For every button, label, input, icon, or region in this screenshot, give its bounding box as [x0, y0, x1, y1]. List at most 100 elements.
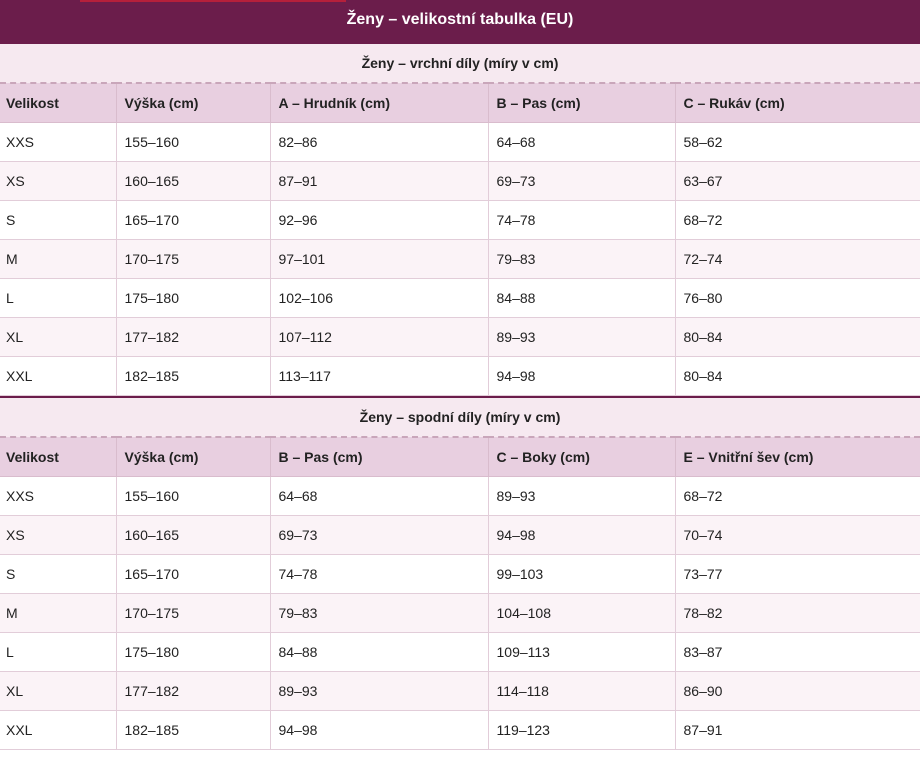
table-row: S 165–170 92–96 74–78 68–72 [0, 200, 920, 240]
tops-section-header: Ženy – vrchní díly (míry v cm) [0, 44, 920, 84]
table-cell: XXS [0, 476, 117, 516]
column-header-waist: B – Pas (cm) [488, 83, 676, 123]
table-cell: 175–180 [116, 632, 271, 672]
table-cell: 170–175 [116, 239, 271, 279]
table-cell: XL [0, 317, 117, 357]
table-cell: 87–91 [270, 161, 489, 201]
table-cell: 80–84 [675, 356, 920, 396]
table-cell: 170–175 [116, 593, 271, 633]
table-cell: 79–83 [270, 593, 489, 633]
table-cell: 78–82 [675, 593, 920, 633]
table-cell: 83–87 [675, 632, 920, 672]
table-cell: XXS [0, 122, 117, 162]
table-cell: 177–182 [116, 317, 271, 357]
table-cell: 58–62 [675, 122, 920, 162]
table-cell: 182–185 [116, 356, 271, 396]
table-cell: 155–160 [116, 476, 271, 516]
tops-column-headers: Velikost Výška (cm) A – Hrudník (cm) B –… [0, 83, 920, 123]
table-cell: 119–123 [488, 710, 676, 750]
table-cell: 160–165 [116, 161, 271, 201]
table-cell: 165–170 [116, 200, 271, 240]
accent-line [80, 0, 346, 2]
table-row: M 170–175 79–83 104–108 78–82 [0, 593, 920, 633]
table-cell: 102–106 [270, 278, 489, 318]
bottoms-size-table: Ženy – spodní díly (míry v cm) Velikost … [0, 398, 920, 750]
table-cell: 109–113 [488, 632, 676, 672]
table-row: XXS 155–160 64–68 89–93 68–72 [0, 476, 920, 516]
table-cell: XS [0, 515, 117, 555]
column-header-sleeve: C – Rukáv (cm) [675, 83, 920, 123]
table-cell: 92–96 [270, 200, 489, 240]
bottoms-section-header: Ženy – spodní díly (míry v cm) [0, 398, 920, 438]
table-cell: 69–73 [488, 161, 676, 201]
column-header-height: Výška (cm) [116, 83, 271, 123]
table-cell: 70–74 [675, 515, 920, 555]
table-cell: 89–93 [270, 671, 489, 711]
table-cell: 165–170 [116, 554, 271, 594]
tops-size-table: Ženy – vrchní díly (míry v cm) Velikost … [0, 44, 920, 396]
table-cell: M [0, 239, 117, 279]
column-header-size: Velikost [0, 83, 117, 123]
table-cell: 182–185 [116, 710, 271, 750]
size-chart-page: Ženy – velikostní tabulka (EU) Ženy – vr… [0, 0, 920, 760]
column-header-waist: B – Pas (cm) [270, 437, 489, 477]
table-cell: 64–68 [270, 476, 489, 516]
table-row: XXL 182–185 94–98 119–123 87–91 [0, 710, 920, 750]
table-cell: XL [0, 671, 117, 711]
table-cell: 69–73 [270, 515, 489, 555]
table-cell: 89–93 [488, 317, 676, 357]
table-cell: 177–182 [116, 671, 271, 711]
table-cell: 73–77 [675, 554, 920, 594]
table-cell: 104–108 [488, 593, 676, 633]
table-row: XS 160–165 87–91 69–73 63–67 [0, 161, 920, 201]
table-row: XXL 182–185 113–117 94–98 80–84 [0, 356, 920, 396]
column-header-chest: A – Hrudník (cm) [270, 83, 489, 123]
table-cell: 175–180 [116, 278, 271, 318]
table-cell: 84–88 [270, 632, 489, 672]
table-cell: M [0, 593, 117, 633]
table-cell: S [0, 200, 117, 240]
table-cell: 87–91 [675, 710, 920, 750]
tops-section-title: Ženy – vrchní díly (míry v cm) [0, 44, 920, 84]
table-cell: 74–78 [270, 554, 489, 594]
table-row: XXS 155–160 82–86 64–68 58–62 [0, 122, 920, 162]
column-header-size: Velikost [0, 437, 117, 477]
column-header-inseam: E – Vnitřní šev (cm) [675, 437, 920, 477]
table-row: XS 160–165 69–73 94–98 70–74 [0, 515, 920, 555]
table-cell: L [0, 632, 117, 672]
table-cell: 89–93 [488, 476, 676, 516]
table-cell: 113–117 [270, 356, 489, 396]
table-cell: 68–72 [675, 476, 920, 516]
table-cell: 64–68 [488, 122, 676, 162]
bottoms-table-body: XXS 155–160 64–68 89–93 68–72 XS 160–165 69–73 9… [0, 476, 920, 750]
table-cell: XXL [0, 356, 117, 396]
table-row: S 165–170 74–78 99–103 73–77 [0, 554, 920, 594]
bottoms-column-headers: Velikost Výška (cm) B – Pas (cm) C – Bok… [0, 437, 920, 477]
table-cell: 80–84 [675, 317, 920, 357]
table-cell: 94–98 [488, 356, 676, 396]
table-cell: 72–74 [675, 239, 920, 279]
table-cell: 107–112 [270, 317, 489, 357]
table-cell: 76–80 [675, 278, 920, 318]
table-cell: 63–67 [675, 161, 920, 201]
table-cell: 79–83 [488, 239, 676, 279]
table-cell: 155–160 [116, 122, 271, 162]
table-row: L 175–180 84–88 109–113 83–87 [0, 632, 920, 672]
column-header-height: Výška (cm) [116, 437, 271, 477]
table-cell: 160–165 [116, 515, 271, 555]
table-cell: 84–88 [488, 278, 676, 318]
table-cell: 94–98 [270, 710, 489, 750]
bottoms-section-title: Ženy – spodní díly (míry v cm) [0, 398, 920, 438]
table-row: L 175–180 102–106 84–88 76–80 [0, 278, 920, 318]
table-cell: 97–101 [270, 239, 489, 279]
table-cell: L [0, 278, 117, 318]
table-cell: XS [0, 161, 117, 201]
table-cell: 86–90 [675, 671, 920, 711]
table-cell: 114–118 [488, 671, 676, 711]
table-row: XL 177–182 107–112 89–93 80–84 [0, 317, 920, 357]
table-row: XL 177–182 89–93 114–118 86–90 [0, 671, 920, 711]
column-header-hips: C – Boky (cm) [488, 437, 676, 477]
table-cell: 82–86 [270, 122, 489, 162]
table-cell: 74–78 [488, 200, 676, 240]
table-cell: S [0, 554, 117, 594]
